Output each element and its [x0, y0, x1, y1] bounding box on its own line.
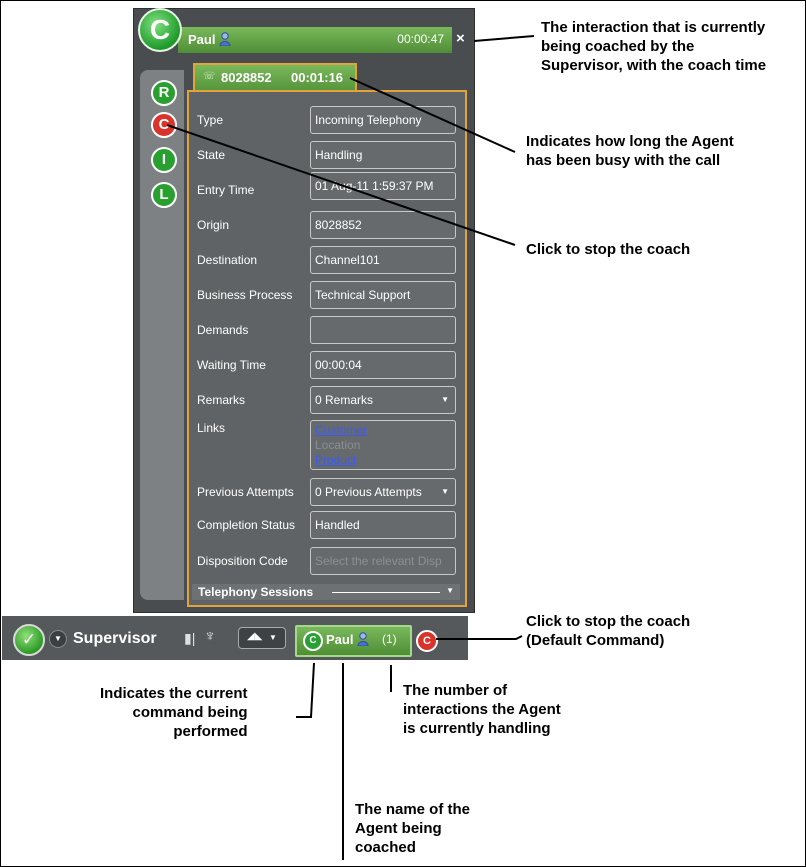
annotation-busy-duration: Indicates how long the Agent has been bu… [526, 132, 734, 170]
coach-status-icon: C [138, 8, 182, 52]
annotation-current-command: Indicates the current command being perf… [100, 684, 248, 741]
annotation-text: Click to stop the coach [526, 241, 691, 258]
annotation-text: The interaction that is currently being … [541, 19, 767, 74]
annotation-text: Indicates how long the Agent has been bu… [526, 133, 734, 169]
connector-stop-coach-default [436, 635, 523, 640]
connector-stop-coach [166, 124, 516, 246]
annotation-text: Indicates the current command being perf… [100, 685, 248, 740]
annotation-text: The number of interactions the Agent is … [403, 682, 561, 737]
connector-current-command [296, 662, 315, 718]
annotation-agent-name: The name of the Agent being coached [355, 800, 470, 857]
connector-busy-duration [349, 77, 516, 153]
annotation-stop-coach: Click to stop the coach [526, 240, 690, 259]
annotation-interaction-count: The number of interactions the Agent is … [403, 681, 561, 738]
annotation-coached-interaction: The interaction that is currently being … [541, 18, 766, 75]
annotation-stop-coach-default: Click to stop the coach (Default Command… [526, 612, 690, 650]
annotation-text: The name of the Agent being coached [355, 801, 471, 856]
connector-coached-interaction [473, 35, 535, 42]
annotation-text: Click to stop the coach (Default Command… [526, 613, 691, 649]
